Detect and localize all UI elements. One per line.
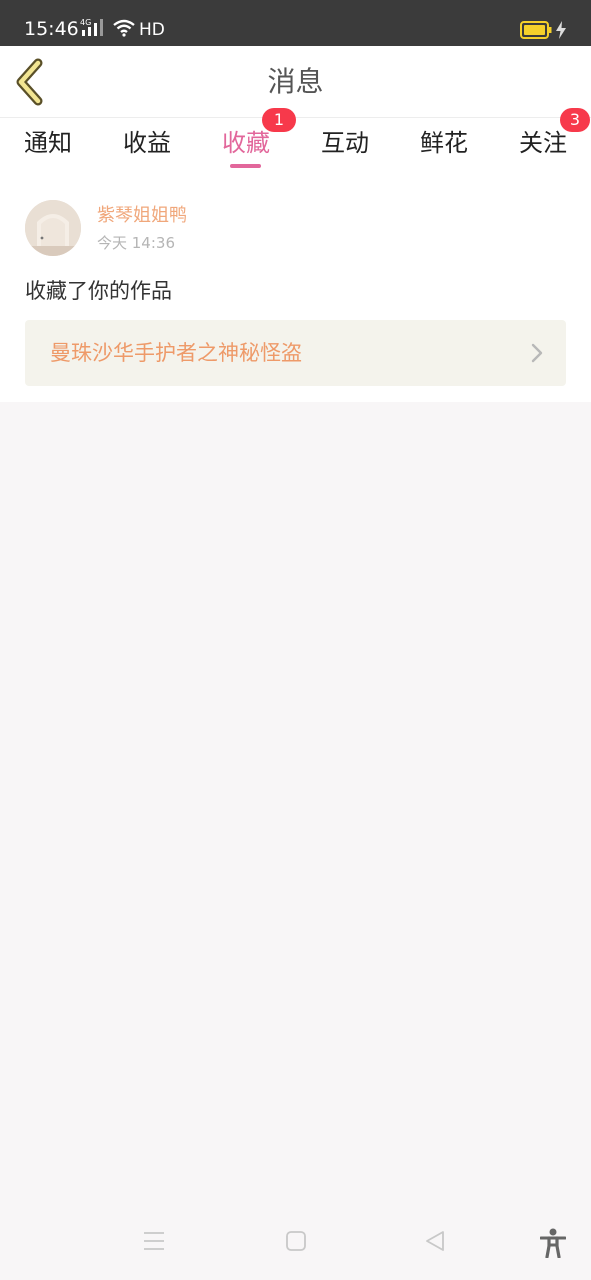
page-title: 消息	[267, 65, 324, 98]
message-time: 今天 14:36	[97, 234, 175, 252]
message-item: 紫琴姐姐鸭 今天 14:36 收藏了你的作品 曼珠沙华手护者之神秘怪盗	[0, 180, 591, 402]
wifi-icon	[112, 19, 136, 41]
network-type: 4G	[80, 18, 91, 27]
charging-icon	[555, 21, 567, 43]
active-tab-indicator	[230, 164, 261, 168]
favorites-badge: 1	[262, 108, 296, 132]
tab-notifications[interactable]: 通知	[24, 126, 72, 160]
home-icon[interactable]	[285, 1230, 307, 1256]
hd-indicator: HD	[139, 20, 165, 40]
tab-favorites[interactable]: 收藏	[222, 126, 270, 160]
menu-icon[interactable]	[143, 1230, 165, 1256]
status-bar: 15:46 4G HD	[0, 0, 591, 46]
battery-icon	[520, 21, 552, 43]
signal-icon: 4G	[80, 18, 106, 42]
tab-flowers[interactable]: 鲜花	[420, 126, 468, 160]
back-nav-icon[interactable]	[424, 1230, 446, 1256]
tab-bar: 通知 收益 收藏 互动 鲜花 关注	[0, 118, 591, 180]
sender-username[interactable]: 紫琴姐姐鸭	[97, 204, 187, 228]
status-time: 15:46	[24, 18, 79, 40]
system-nav-bar	[0, 1210, 591, 1280]
follows-badge: 3	[560, 108, 590, 132]
tab-earnings[interactable]: 收益	[123, 126, 171, 160]
chevron-right-icon	[530, 342, 544, 368]
accessibility-icon[interactable]	[539, 1228, 567, 1262]
work-card[interactable]: 曼珠沙华手护者之神秘怪盗	[25, 320, 566, 386]
work-title: 曼珠沙华手护者之神秘怪盗	[50, 341, 302, 365]
tab-interactions[interactable]: 互动	[321, 126, 369, 160]
message-action: 收藏了你的作品	[25, 279, 172, 303]
avatar[interactable]	[25, 200, 81, 256]
nav-bar: 消息	[0, 46, 591, 118]
tab-follows[interactable]: 关注	[519, 126, 567, 160]
